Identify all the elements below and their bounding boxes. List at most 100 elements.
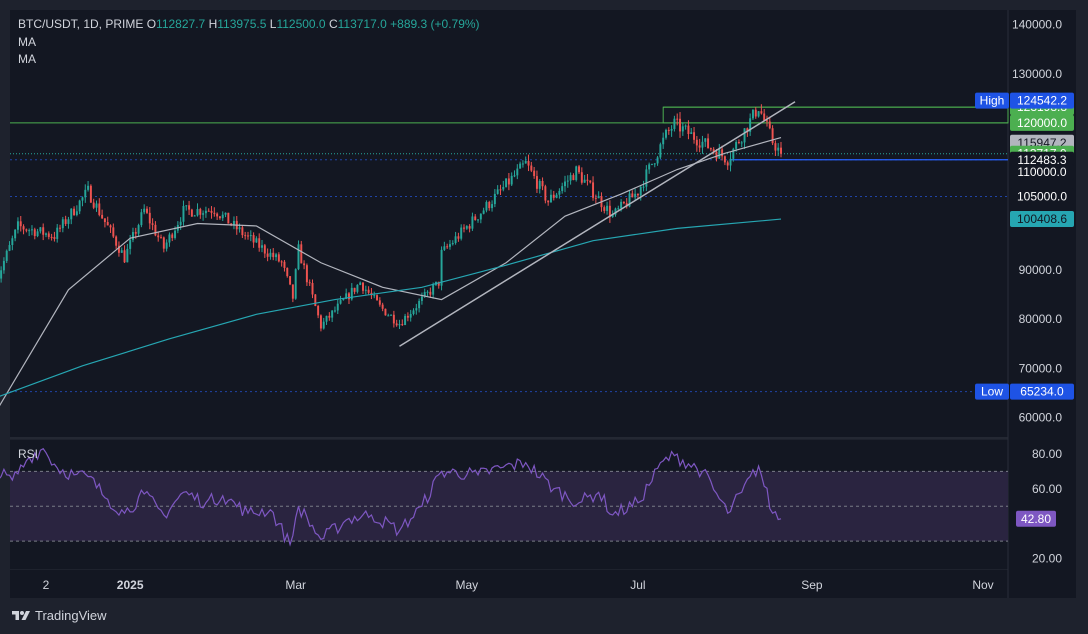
candle-body[interactable] — [263, 245, 266, 254]
candle-body[interactable] — [768, 121, 771, 129]
candle-body[interactable] — [634, 193, 637, 198]
candle-body[interactable] — [300, 244, 303, 264]
candle-body[interactable] — [123, 250, 126, 263]
candle-body[interactable] — [418, 300, 421, 309]
candle-body[interactable] — [701, 141, 704, 148]
candle-body[interactable] — [693, 132, 696, 140]
candle-body[interactable] — [771, 128, 774, 144]
candle-body[interactable] — [662, 137, 665, 145]
candle-body[interactable] — [482, 210, 485, 214]
candle-body[interactable] — [575, 166, 578, 181]
candle-body[interactable] — [182, 206, 185, 222]
candle-body[interactable] — [373, 295, 376, 297]
candle-body[interactable] — [162, 237, 165, 249]
candle-body[interactable] — [622, 201, 625, 204]
candle-body[interactable] — [277, 254, 280, 262]
price-label[interactable]: 110000.0 — [1010, 163, 1074, 180]
tradingview-brand[interactable]: TradingView — [12, 608, 107, 623]
candle-body[interactable] — [415, 308, 418, 311]
candle-body[interactable] — [687, 125, 690, 135]
candle-body[interactable] — [558, 190, 561, 195]
candle-body[interactable] — [488, 202, 491, 209]
candle-body[interactable] — [665, 129, 667, 138]
candle-body[interactable] — [460, 227, 463, 239]
candle-body[interactable] — [84, 189, 87, 198]
candle-body[interactable] — [28, 230, 31, 232]
candle-body[interactable] — [129, 239, 132, 249]
candle-body[interactable] — [137, 225, 140, 234]
indicator-ma-2[interactable]: MA — [18, 52, 36, 66]
candle-body[interactable] — [227, 212, 230, 224]
candle-body[interactable] — [729, 158, 732, 166]
candle-body[interactable] — [499, 189, 502, 191]
candle-body[interactable] — [594, 197, 597, 199]
candle-body[interactable] — [39, 227, 42, 232]
candle-body[interactable] — [766, 120, 768, 122]
candle-body[interactable] — [493, 193, 496, 205]
candle-body[interactable] — [19, 221, 22, 227]
price-pane[interactable] — [10, 10, 1008, 437]
candle-body[interactable] — [22, 226, 25, 230]
candle-body[interactable] — [636, 193, 639, 196]
candle-body[interactable] — [735, 142, 738, 149]
candle-body[interactable] — [564, 181, 566, 187]
candle-body[interactable] — [168, 234, 171, 243]
candle-body[interactable] — [485, 202, 488, 211]
candle-body[interactable] — [165, 242, 168, 249]
candle-body[interactable] — [89, 185, 92, 203]
candle-body[interactable] — [457, 236, 460, 239]
candle-body[interactable] — [510, 175, 513, 185]
candle-body[interactable] — [465, 226, 468, 229]
candle-body[interactable] — [535, 176, 538, 189]
candle-body[interactable] — [507, 178, 510, 185]
candle-body[interactable] — [157, 235, 160, 238]
candle-body[interactable] — [740, 142, 743, 144]
candle-body[interactable] — [527, 160, 530, 166]
candle-body[interactable] — [690, 132, 693, 135]
candle-body[interactable] — [303, 263, 306, 266]
candle-body[interactable] — [760, 111, 763, 114]
candle-body[interactable] — [322, 321, 325, 329]
candle-body[interactable] — [763, 113, 766, 121]
candle-body[interactable] — [143, 208, 146, 213]
candle-body[interactable] — [566, 180, 569, 182]
candle-body[interactable] — [603, 207, 606, 211]
candle-body[interactable] — [216, 213, 219, 217]
candle-body[interactable] — [513, 175, 516, 177]
candle-body[interactable] — [676, 118, 679, 120]
price-label[interactable]: 105000.0 — [1010, 188, 1074, 205]
candle-body[interactable] — [561, 186, 564, 191]
candle-body[interactable] — [777, 147, 780, 151]
candle-body[interactable] — [185, 205, 188, 207]
candle-body[interactable] — [443, 246, 446, 250]
candle-body[interactable] — [406, 315, 409, 318]
candle-body[interactable] — [238, 227, 241, 230]
candle-body[interactable] — [210, 210, 213, 213]
candle-body[interactable] — [339, 300, 342, 304]
candle-body[interactable] — [289, 276, 292, 285]
candle-body[interactable] — [578, 166, 581, 173]
candle-body[interactable] — [569, 175, 572, 181]
candle-body[interactable] — [468, 226, 471, 229]
candle-body[interactable] — [258, 238, 261, 248]
candle-body[interactable] — [541, 180, 544, 187]
candle-body[interactable] — [757, 111, 760, 117]
candle-body[interactable] — [592, 182, 595, 198]
candle-body[interactable] — [477, 219, 480, 221]
time-axis[interactable] — [10, 570, 1008, 598]
candle-body[interactable] — [325, 315, 328, 322]
candle-body[interactable] — [131, 232, 134, 240]
candle-body[interactable] — [378, 300, 381, 305]
candle-body[interactable] — [474, 216, 477, 220]
low-annotation[interactable]: Low 65234.0 — [975, 383, 1074, 400]
candle-body[interactable] — [0, 270, 3, 279]
candle-body[interactable] — [471, 216, 474, 229]
candle-body[interactable] — [196, 209, 199, 216]
candle-body[interactable] — [261, 245, 263, 248]
candle-body[interactable] — [356, 284, 359, 292]
candle-body[interactable] — [25, 229, 28, 231]
candle-body[interactable] — [140, 212, 143, 226]
candle-body[interactable] — [597, 196, 600, 199]
candle-body[interactable] — [115, 236, 118, 246]
candle-body[interactable] — [73, 208, 76, 216]
